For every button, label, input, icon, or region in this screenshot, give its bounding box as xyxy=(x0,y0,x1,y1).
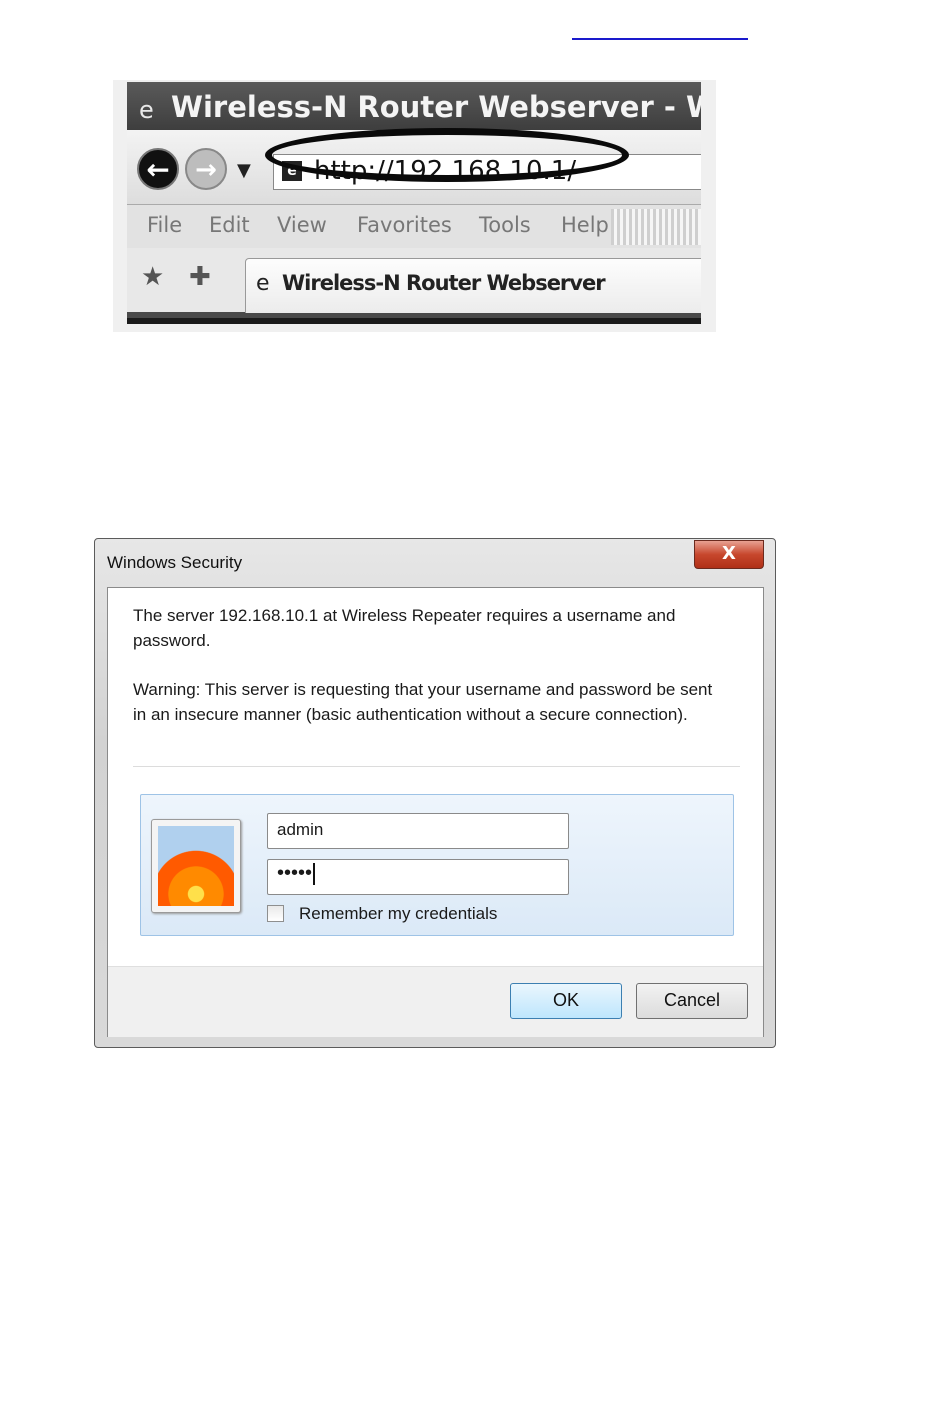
menu-favorites[interactable]: Favorites xyxy=(357,213,452,237)
toolbar-noise xyxy=(611,209,701,245)
menu-view[interactable]: View xyxy=(277,213,327,237)
divider xyxy=(133,766,740,767)
browser-screenshot: e Wireless-N Router Webserver - W ← → ▼ … xyxy=(113,80,716,332)
star-icon[interactable]: ★ xyxy=(141,262,164,292)
address-bar-row: ← → ▼ e http://192.168.10.1/ xyxy=(127,128,701,204)
server-message: The server 192.168.10.1 at Wireless Repe… xyxy=(133,606,676,650)
browser-window: e Wireless-N Router Webserver - W ← → ▼ … xyxy=(127,82,701,324)
underline-link[interactable] xyxy=(572,38,748,40)
ie-logo-icon: e xyxy=(139,96,154,124)
browser-titlebar: e Wireless-N Router Webserver - W xyxy=(127,82,701,130)
highlight-ellipse xyxy=(265,128,629,182)
cancel-button[interactable]: Cancel xyxy=(636,983,748,1019)
password-field[interactable]: ••••• xyxy=(267,859,569,895)
user-avatar xyxy=(151,819,241,913)
text-caret xyxy=(313,862,316,885)
windows-security-dialog: Windows Security X The server 192.168.10… xyxy=(94,538,776,1048)
credential-panel: admin ••••• Remember my credentials xyxy=(140,794,734,936)
insecure-warning: Warning: This server is requesting that … xyxy=(133,680,713,724)
username-value: admin xyxy=(277,820,324,839)
flower-icon xyxy=(158,826,234,906)
add-star-icon[interactable]: ✚ xyxy=(189,262,211,292)
back-arrow-icon[interactable]: ← xyxy=(137,148,179,190)
ie-logo-icon: e xyxy=(256,271,270,296)
dialog-title: Windows Security xyxy=(107,553,243,572)
remember-checkbox[interactable] xyxy=(267,905,284,922)
tab-router[interactable]: e Wireless-N Router Webserver xyxy=(245,258,701,313)
close-button[interactable]: X xyxy=(694,540,764,569)
tab-label: Wireless-N Router Webserver xyxy=(282,271,606,295)
button-bar: OK Cancel xyxy=(108,966,763,1037)
menu-help[interactable]: Help xyxy=(561,213,609,237)
ok-button[interactable]: OK xyxy=(510,983,622,1019)
menu-bar: File Edit View Favorites Tools Help xyxy=(127,204,701,249)
chevron-down-icon[interactable]: ▼ xyxy=(237,160,251,181)
menu-edit[interactable]: Edit xyxy=(209,213,250,237)
forward-arrow-icon[interactable]: → xyxy=(185,148,227,190)
password-value: ••••• xyxy=(277,862,313,884)
menu-file[interactable]: File xyxy=(147,213,182,237)
window-title: Wireless-N Router Webserver - W xyxy=(171,90,701,124)
remember-label[interactable]: Remember my credentials xyxy=(299,904,497,924)
tab-bar: ★ ✚ e Wireless-N Router Webserver xyxy=(127,248,701,313)
dialog-body: The server 192.168.10.1 at Wireless Repe… xyxy=(107,587,764,1037)
menu-tools[interactable]: Tools xyxy=(479,213,531,237)
username-field[interactable]: admin xyxy=(267,813,569,849)
